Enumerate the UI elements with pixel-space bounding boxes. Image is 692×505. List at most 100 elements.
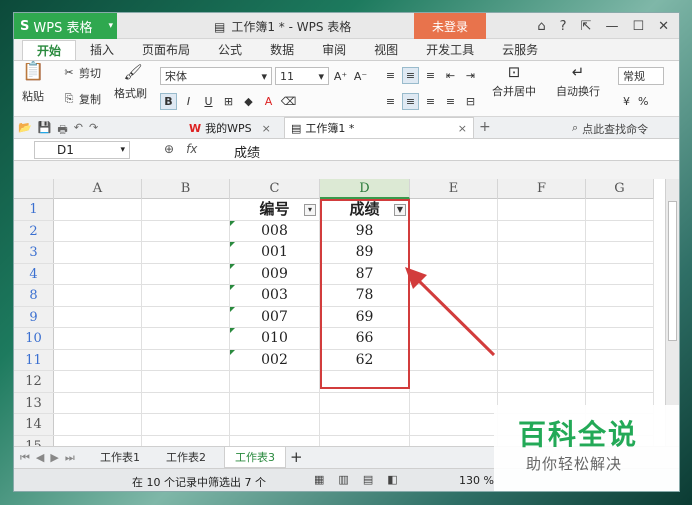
tab-view[interactable]: 视图 xyxy=(360,40,412,60)
doc-tab-workbook[interactable]: ▤ 工作簿1 * × xyxy=(284,117,474,138)
first-sheet-icon[interactable]: ⏮ xyxy=(20,451,30,465)
restore-icon[interactable]: ⇱ xyxy=(581,19,592,34)
app-menu-button[interactable]: S WPS 表格 ▾ xyxy=(14,13,117,39)
grid-cell[interactable] xyxy=(586,285,654,306)
grid-cell[interactable] xyxy=(498,199,586,220)
tab-review[interactable]: 审阅 xyxy=(308,40,360,60)
cell-id[interactable]: 008 xyxy=(230,220,320,241)
tab-home[interactable]: 开始 xyxy=(22,40,77,60)
close-tab-icon[interactable]: × xyxy=(262,122,271,135)
cut-button[interactable]: ✂ 剪切 xyxy=(62,65,101,81)
grid-cell[interactable] xyxy=(498,371,586,392)
currency-icon[interactable]: ¥ xyxy=(618,93,635,110)
font-grow-icon[interactable]: A⁺ xyxy=(332,68,349,85)
justify-icon[interactable]: ≡ xyxy=(442,93,459,110)
login-button[interactable]: 未登录 xyxy=(414,13,486,39)
grid-cell[interactable] xyxy=(54,199,142,220)
tab-developer[interactable]: 开发工具 xyxy=(412,40,488,60)
format-painter-button[interactable]: 🖌 格式刷 xyxy=(114,65,147,101)
grid-cell[interactable] xyxy=(142,199,230,220)
distribute-icon[interactable]: ⊟ xyxy=(462,93,479,110)
align-middle-icon[interactable]: ≡ xyxy=(402,67,419,84)
grid-cell[interactable] xyxy=(410,414,498,435)
next-sheet-icon[interactable]: ▶ xyxy=(50,451,58,465)
grid-cell[interactable] xyxy=(498,328,586,349)
page-layout-view-icon[interactable]: ▤ xyxy=(363,473,373,486)
minimize-icon[interactable]: — xyxy=(605,19,618,34)
select-all-corner[interactable] xyxy=(14,179,54,199)
grid-cell[interactable] xyxy=(142,371,230,392)
grid-cell[interactable] xyxy=(142,414,230,435)
shirt-icon[interactable]: ⌂ xyxy=(537,19,545,34)
col-e[interactable]: E xyxy=(410,179,498,199)
col-g[interactable]: G xyxy=(586,179,654,199)
name-box[interactable]: D1 ▾ xyxy=(34,141,130,159)
close-tab-icon[interactable]: × xyxy=(458,122,467,135)
align-bottom-icon[interactable]: ≡ xyxy=(422,67,439,84)
grid-cell[interactable] xyxy=(142,349,230,370)
border-icon[interactable]: ⊞ xyxy=(220,93,237,110)
save-icon[interactable]: 💾 xyxy=(38,121,52,140)
prev-sheet-icon[interactable]: ◀ xyxy=(36,451,44,465)
align-left-icon[interactable]: ≡ xyxy=(382,93,399,110)
open-icon[interactable]: 📂 xyxy=(18,121,32,140)
doc-tab-mywps[interactable]: W 我的WPS × xyxy=(189,120,271,136)
grid-cell[interactable] xyxy=(54,328,142,349)
cell-id[interactable]: 010 xyxy=(230,328,320,349)
font-size-select[interactable]: 11 ▾ xyxy=(275,67,329,85)
grid-cell[interactable] xyxy=(54,306,142,327)
underline-button[interactable]: U xyxy=(200,93,217,110)
row-header[interactable]: 8 xyxy=(14,285,54,306)
align-center-icon[interactable]: ≡ xyxy=(402,93,419,110)
redo-icon[interactable]: ↷ xyxy=(89,121,98,140)
sheet-tab-1[interactable]: 工作表1 xyxy=(90,447,150,468)
page-break-view-icon[interactable]: ▥ xyxy=(338,473,348,486)
grid-cell[interactable] xyxy=(586,306,654,327)
col-d[interactable]: D xyxy=(320,179,410,199)
row-header[interactable]: 11 xyxy=(14,349,54,370)
filter-dropdown-icon[interactable]: ▾ xyxy=(304,204,316,216)
reading-view-icon[interactable]: ◧ xyxy=(387,473,397,486)
grid-cell[interactable] xyxy=(498,285,586,306)
font-family-select[interactable]: 宋体 ▾ xyxy=(160,67,272,85)
grid-cell[interactable] xyxy=(142,306,230,327)
new-tab-icon[interactable]: + xyxy=(479,119,491,135)
grid-cell[interactable] xyxy=(142,220,230,241)
cell-score[interactable] xyxy=(320,392,410,413)
grid-cell[interactable] xyxy=(54,263,142,284)
indent-decrease-icon[interactable]: ⇤ xyxy=(442,67,459,84)
grid-cell[interactable] xyxy=(54,435,142,446)
help-icon[interactable]: ? xyxy=(560,19,567,34)
sheet-tab-3[interactable]: 工作表3 xyxy=(224,447,286,468)
cell-id[interactable]: 002 xyxy=(230,349,320,370)
tab-insert[interactable]: 插入 xyxy=(76,40,128,60)
grid-cell[interactable] xyxy=(142,328,230,349)
percent-button[interactable]: % xyxy=(638,95,648,108)
grid-cell[interactable] xyxy=(586,220,654,241)
grid-cell[interactable] xyxy=(410,220,498,241)
grid-cell[interactable] xyxy=(54,414,142,435)
tab-data[interactable]: 数据 xyxy=(256,40,308,60)
grid-cell[interactable] xyxy=(54,285,142,306)
cell-id[interactable]: 001 xyxy=(230,242,320,263)
row-header[interactable]: 3 xyxy=(14,242,54,263)
grid-cell[interactable] xyxy=(498,220,586,241)
grid-cell[interactable] xyxy=(586,263,654,284)
row-header[interactable]: 12 xyxy=(14,371,54,392)
grid-cell[interactable] xyxy=(54,392,142,413)
normal-view-icon[interactable]: ▦ xyxy=(314,473,324,486)
cell-id[interactable] xyxy=(230,435,320,446)
tab-formulas[interactable]: 公式 xyxy=(204,40,256,60)
row-header[interactable]: 1 xyxy=(14,199,54,220)
cell-id[interactable]: 003 xyxy=(230,285,320,306)
last-sheet-icon[interactable]: ⏭ xyxy=(65,451,75,465)
col-a[interactable]: A xyxy=(54,179,142,199)
grid-cell[interactable] xyxy=(586,199,654,220)
cell-id[interactable] xyxy=(230,371,320,392)
cell-id[interactable] xyxy=(230,414,320,435)
grid-cell[interactable] xyxy=(410,435,498,446)
grid-cell[interactable] xyxy=(142,242,230,263)
formula-value[interactable]: 成绩 xyxy=(234,142,260,161)
tab-cloud[interactable]: 云服务 xyxy=(488,40,552,60)
row-header[interactable]: 15 xyxy=(14,435,54,446)
